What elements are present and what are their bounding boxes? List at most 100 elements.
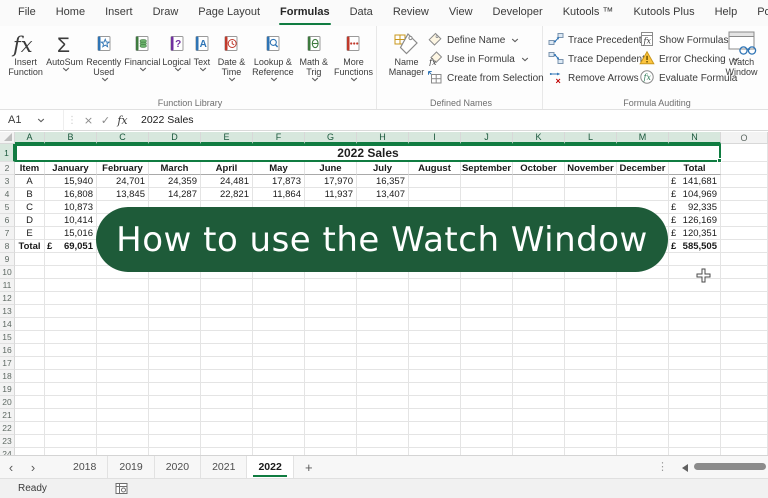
- cell[interactable]: [357, 331, 409, 344]
- column-header-L[interactable]: L: [565, 132, 617, 144]
- cell[interactable]: [357, 357, 409, 370]
- cell[interactable]: [97, 435, 149, 448]
- cell[interactable]: [721, 305, 768, 318]
- cell[interactable]: [357, 422, 409, 435]
- menu-tab-power-pivot[interactable]: Power Pivot: [747, 0, 768, 26]
- create-from-selection-button[interactable]: Create from Selection: [427, 71, 544, 86]
- name-manager-button[interactable]: Name Manager: [382, 29, 431, 78]
- cell[interactable]: [15, 344, 45, 357]
- cell[interactable]: October: [513, 162, 565, 175]
- cell[interactable]: [409, 370, 461, 383]
- logical-button[interactable]: ?Logical: [161, 29, 192, 73]
- cell[interactable]: [15, 305, 45, 318]
- cell[interactable]: [721, 253, 768, 266]
- trace-dependents-button[interactable]: Trace Dependents: [548, 52, 653, 67]
- cell[interactable]: [513, 409, 565, 422]
- cell[interactable]: [45, 383, 97, 396]
- menu-tab-data[interactable]: Data: [340, 0, 383, 26]
- cell[interactable]: [15, 370, 45, 383]
- cell[interactable]: 14,287: [149, 188, 201, 201]
- cell[interactable]: [721, 214, 768, 227]
- cell[interactable]: [409, 357, 461, 370]
- cell[interactable]: £92,335: [669, 201, 721, 214]
- cell[interactable]: [253, 344, 305, 357]
- cell[interactable]: [617, 422, 669, 435]
- cell[interactable]: [97, 318, 149, 331]
- row-header-4[interactable]: 4: [0, 188, 15, 201]
- column-header-J[interactable]: J: [461, 132, 513, 144]
- cell[interactable]: [617, 305, 669, 318]
- name-box-caret-icon[interactable]: [37, 118, 45, 123]
- cell[interactable]: April: [201, 162, 253, 175]
- cell[interactable]: [409, 279, 461, 292]
- cell[interactable]: [513, 448, 565, 455]
- cell[interactable]: [15, 318, 45, 331]
- menu-tab-file[interactable]: File: [8, 0, 46, 26]
- cell[interactable]: [149, 331, 201, 344]
- cell[interactable]: [513, 292, 565, 305]
- cell[interactable]: £104,969: [669, 188, 721, 201]
- sheet-nav-prev-icon[interactable]: ‹: [0, 456, 22, 478]
- cell[interactable]: [461, 305, 513, 318]
- cell[interactable]: [721, 409, 768, 422]
- cell[interactable]: August: [409, 162, 461, 175]
- horizontal-scrollbar-thumb[interactable]: [694, 463, 766, 470]
- cell[interactable]: [409, 175, 461, 188]
- cell[interactable]: [669, 422, 721, 435]
- add-sheet-button[interactable]: +: [294, 456, 324, 478]
- menu-tab-kutools-plus[interactable]: Kutools Plus: [623, 0, 704, 26]
- cell[interactable]: [409, 344, 461, 357]
- cell[interactable]: [565, 175, 617, 188]
- text-button[interactable]: AText: [192, 29, 212, 73]
- row-header-13[interactable]: 13: [0, 305, 15, 318]
- cell[interactable]: [97, 344, 149, 357]
- cell[interactable]: [617, 292, 669, 305]
- menu-tab-review[interactable]: Review: [383, 0, 439, 26]
- cell[interactable]: [201, 292, 253, 305]
- cell[interactable]: [15, 448, 45, 455]
- cell[interactable]: [513, 318, 565, 331]
- cell[interactable]: [721, 188, 768, 201]
- cell[interactable]: D: [15, 214, 45, 227]
- cell[interactable]: [409, 331, 461, 344]
- cell[interactable]: [45, 435, 97, 448]
- cell[interactable]: [513, 279, 565, 292]
- cell[interactable]: [617, 448, 669, 455]
- cell[interactable]: [513, 175, 565, 188]
- accessibility-checker-icon[interactable]: [115, 482, 128, 495]
- cell[interactable]: [201, 344, 253, 357]
- cell[interactable]: [721, 383, 768, 396]
- cell[interactable]: [461, 292, 513, 305]
- cell[interactable]: [617, 175, 669, 188]
- cell[interactable]: [409, 435, 461, 448]
- column-header-K[interactable]: K: [513, 132, 565, 144]
- cell[interactable]: 15,016: [45, 227, 97, 240]
- cell[interactable]: [461, 188, 513, 201]
- cell[interactable]: [15, 422, 45, 435]
- row-header-11[interactable]: 11: [0, 279, 15, 292]
- cell[interactable]: [565, 435, 617, 448]
- cell[interactable]: [513, 331, 565, 344]
- cell[interactable]: [45, 357, 97, 370]
- select-all-corner[interactable]: [0, 132, 15, 144]
- row-header-19[interactable]: 19: [0, 383, 15, 396]
- cell[interactable]: [15, 409, 45, 422]
- cell[interactable]: [45, 305, 97, 318]
- cell[interactable]: September: [461, 162, 513, 175]
- cell[interactable]: [149, 448, 201, 455]
- cell[interactable]: [669, 409, 721, 422]
- cell[interactable]: May: [253, 162, 305, 175]
- cell[interactable]: [721, 279, 768, 292]
- cell[interactable]: [461, 175, 513, 188]
- column-header-M[interactable]: M: [617, 132, 669, 144]
- cell[interactable]: [305, 318, 357, 331]
- cell[interactable]: £126,169: [669, 214, 721, 227]
- row-header-7[interactable]: 7: [0, 227, 15, 240]
- cell[interactable]: [15, 357, 45, 370]
- menu-tab-home[interactable]: Home: [46, 0, 95, 26]
- cell[interactable]: [97, 292, 149, 305]
- cell[interactable]: [201, 409, 253, 422]
- cell[interactable]: [721, 357, 768, 370]
- cell[interactable]: A: [15, 175, 45, 188]
- row-header-9[interactable]: 9: [0, 253, 15, 266]
